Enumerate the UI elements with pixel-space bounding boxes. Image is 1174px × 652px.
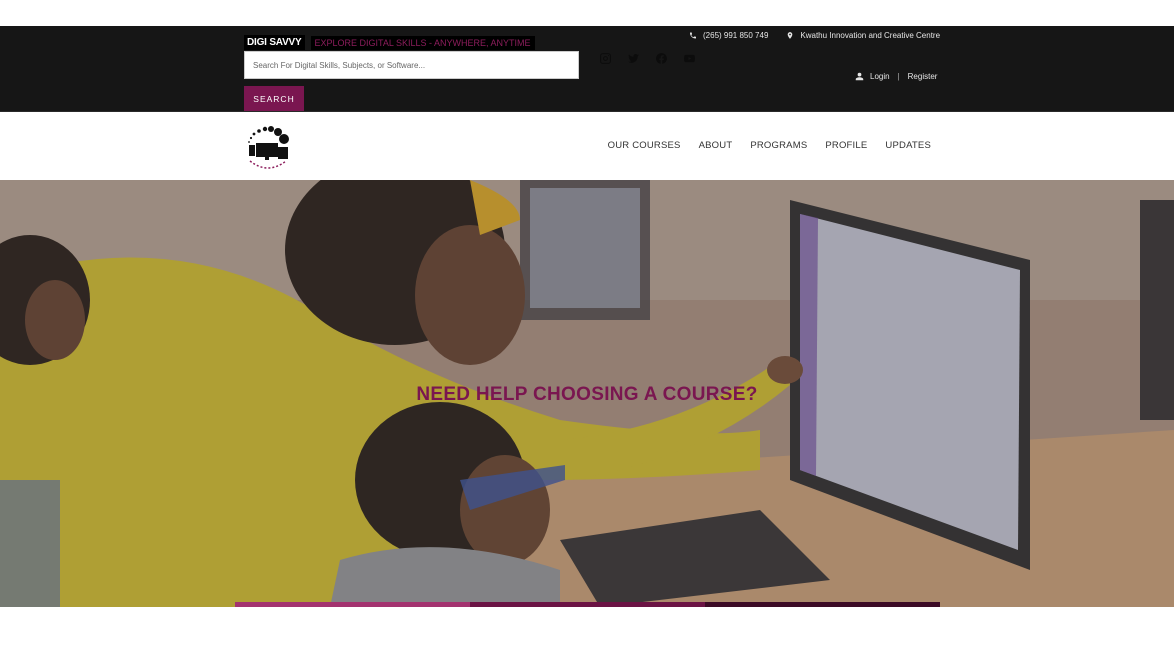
- primary-nav: OUR COURSES ABOUT PROGRAMS PROFILE UPDAT…: [608, 140, 931, 151]
- top-bar: DIGI SAVVY EXPLORE DIGITAL SKILLS - ANYW…: [0, 26, 1174, 112]
- user-icon: [855, 72, 864, 81]
- site-logo[interactable]: [246, 125, 292, 173]
- youtube-icon[interactable]: [682, 51, 696, 65]
- page: DIGI SAVVY EXPLORE DIGITAL SKILLS - ANYW…: [0, 0, 1174, 652]
- login-link[interactable]: Login: [870, 72, 890, 81]
- nav-item-updates[interactable]: UPDATES: [885, 140, 931, 151]
- auth-links: Login | Register: [855, 72, 937, 81]
- main-nav-bar: OUR COURSES ABOUT PROGRAMS PROFILE UPDAT…: [0, 113, 1174, 180]
- hero-stripe-2: [470, 602, 705, 607]
- nav-item-profile[interactable]: PROFILE: [825, 140, 867, 151]
- brand: DIGI SAVVY EXPLORE DIGITAL SKILLS - ANYW…: [244, 35, 535, 50]
- search-input[interactable]: [244, 51, 579, 79]
- hero-stripe-3: [705, 602, 940, 607]
- twitter-icon[interactable]: [626, 51, 640, 65]
- instagram-icon[interactable]: [598, 51, 612, 65]
- auth-separator: |: [897, 72, 900, 81]
- search-button[interactable]: SEARCH: [244, 86, 304, 111]
- hero-banner: NEED HELP CHOOSING A COURSE?: [0, 180, 1174, 607]
- brand-tagline: EXPLORE DIGITAL SKILLS - ANYWHERE, ANYTI…: [310, 35, 535, 50]
- nav-item-programs[interactable]: PROGRAMS: [750, 140, 807, 151]
- map-pin-icon: [788, 32, 793, 39]
- location-text: Kwathu Innovation and Creative Centre: [800, 31, 941, 40]
- register-link[interactable]: Register: [908, 72, 938, 81]
- social-links: [598, 51, 696, 65]
- nav-item-our-courses[interactable]: OUR COURSES: [608, 140, 681, 151]
- hero-stripe-1: [235, 602, 470, 607]
- nav-item-about[interactable]: ABOUT: [699, 140, 733, 151]
- contact-info: (265) 991 850 749 Kwathu Innovation and …: [689, 31, 940, 40]
- facebook-icon[interactable]: [654, 51, 668, 65]
- phone-icon: [690, 32, 696, 39]
- brand-name[interactable]: DIGI SAVVY: [244, 35, 305, 50]
- hero-title: NEED HELP CHOOSING A COURSE?: [416, 384, 758, 405]
- phone-number[interactable]: (265) 991 850 749: [703, 31, 768, 40]
